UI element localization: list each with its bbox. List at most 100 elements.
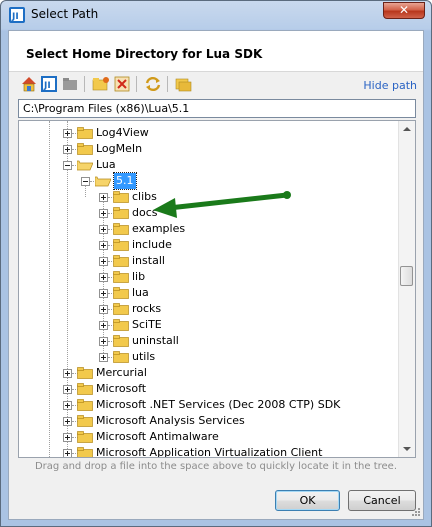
- folder-icon: [113, 319, 129, 331]
- folder-icon: [113, 191, 129, 203]
- delete-icon[interactable]: [113, 75, 131, 93]
- cancel-button[interactable]: Cancel: [348, 490, 416, 511]
- tree-item-label: Log4View: [96, 126, 149, 139]
- vertical-scrollbar[interactable]: [398, 121, 415, 457]
- expand-icon[interactable]: [99, 209, 108, 218]
- project-icon[interactable]: JI: [40, 75, 58, 93]
- toolbar: JI Hide path: [9, 73, 423, 99]
- tree-item-label: Microsoft Analysis Services: [96, 414, 245, 427]
- expand-icon[interactable]: [99, 337, 108, 346]
- tree-row[interactable]: install: [19, 253, 399, 269]
- scrollbar-thumb[interactable]: [400, 266, 413, 286]
- tree-row[interactable]: uninstall: [19, 333, 399, 349]
- show-hidden-icon[interactable]: [175, 75, 193, 93]
- tree-row[interactable]: examples: [19, 221, 399, 237]
- expand-icon[interactable]: [99, 241, 108, 250]
- tree-row[interactable]: Log4View: [19, 125, 399, 141]
- tree-item-label: Microsoft Antimalware: [96, 430, 219, 443]
- expand-icon[interactable]: [63, 417, 72, 426]
- tree-row[interactable]: SciTE: [19, 317, 399, 333]
- tree-item-label: LogMeIn: [96, 142, 143, 155]
- expand-icon[interactable]: [63, 145, 72, 154]
- hide-path-link[interactable]: Hide path: [363, 79, 417, 92]
- tree-row[interactable]: utils: [19, 349, 399, 365]
- tree-row[interactable]: Lua: [19, 157, 399, 173]
- scroll-down-icon[interactable]: [399, 441, 415, 457]
- tree-item-label: Microsoft .NET Services (Dec 2008 CTP) S…: [96, 398, 341, 411]
- expand-icon[interactable]: [99, 257, 108, 266]
- title-bar[interactable]: JI Select Path ✕: [1, 1, 431, 29]
- expand-icon[interactable]: [63, 369, 72, 378]
- ok-button[interactable]: OK: [275, 490, 340, 511]
- tree-row[interactable]: docs: [19, 205, 399, 221]
- tree-item-label: utils: [132, 350, 156, 363]
- window-title: Select Path: [31, 7, 99, 21]
- folder-icon: [113, 351, 129, 363]
- drag-drop-hint: Drag and drop a file into the space abov…: [34, 461, 398, 472]
- tree-row[interactable]: Microsoft .NET Services (Dec 2008 CTP) S…: [19, 397, 399, 413]
- tree-row[interactable]: LogMeIn: [19, 141, 399, 157]
- expand-icon[interactable]: [99, 305, 108, 314]
- directory-tree[interactable]: Log4View LogMeIn Lua 5.1 clibs docs examples in…: [18, 120, 416, 458]
- tree-row[interactable]: 5.1: [19, 172, 399, 190]
- folder-icon: [113, 335, 129, 347]
- tree-row[interactable]: include: [19, 237, 399, 253]
- close-button[interactable]: ✕: [383, 2, 425, 19]
- tree-row[interactable]: Microsoft Application Virtualization Cli…: [19, 445, 399, 458]
- intellij-app-icon: JI: [9, 7, 25, 23]
- dialog-window: JI Select Path ✕ Select Home Directory f…: [0, 0, 432, 527]
- tree-row[interactable]: clibs: [19, 189, 399, 205]
- expand-icon[interactable]: [63, 129, 72, 138]
- header-panel: Select Home Directory for Lua SDK: [9, 31, 423, 72]
- expand-icon[interactable]: [63, 401, 72, 410]
- toolbar-separator: [84, 76, 85, 92]
- tree-row[interactable]: lib: [19, 269, 399, 285]
- expand-icon[interactable]: [63, 433, 72, 442]
- tree-row[interactable]: Microsoft: [19, 381, 399, 397]
- expand-icon[interactable]: [99, 273, 108, 282]
- new-folder-icon[interactable]: [92, 75, 110, 93]
- scroll-up-icon[interactable]: [399, 121, 415, 137]
- tree-item-label: lua: [132, 286, 149, 299]
- toolbar-separator: [167, 76, 168, 92]
- dialog-client: Select Home Directory for Lua SDK JI Hid…: [8, 30, 424, 520]
- resize-grip-icon[interactable]: [411, 507, 421, 517]
- folder-icon: [113, 207, 129, 219]
- tree-item-label: Microsoft Application Virtualization Cli…: [96, 446, 323, 458]
- collapse-icon[interactable]: [81, 177, 90, 186]
- tree-item-label: clibs: [132, 190, 157, 203]
- collapse-icon[interactable]: [63, 161, 72, 170]
- folder-icon: [77, 383, 93, 395]
- expand-icon[interactable]: [63, 385, 72, 394]
- folder-icon: [113, 287, 129, 299]
- expand-icon[interactable]: [99, 321, 108, 330]
- path-input[interactable]: C:\Program Files (x86)\Lua\5.1: [18, 99, 416, 118]
- expand-icon[interactable]: [99, 289, 108, 298]
- module-icon[interactable]: [61, 75, 79, 93]
- expand-icon[interactable]: [63, 449, 72, 457]
- expand-icon[interactable]: [99, 353, 108, 362]
- home-icon[interactable]: [20, 75, 38, 93]
- refresh-icon[interactable]: [144, 75, 162, 93]
- toolbar-separator: [136, 76, 137, 92]
- tree-row[interactable]: Microsoft Antimalware: [19, 429, 399, 445]
- folder-icon: [77, 127, 93, 139]
- folder-icon: [77, 367, 93, 379]
- tree-row[interactable]: Microsoft Analysis Services: [19, 413, 399, 429]
- folder-icon: [113, 303, 129, 315]
- tree-item-label: include: [132, 238, 172, 251]
- tree-item-label: Mercurial: [96, 366, 147, 379]
- tree-item-label: Microsoft: [96, 382, 147, 395]
- expand-icon[interactable]: [99, 193, 108, 202]
- tree-row[interactable]: lua: [19, 285, 399, 301]
- tree-row[interactable]: rocks: [19, 301, 399, 317]
- expand-icon[interactable]: [99, 225, 108, 234]
- svg-text:JI: JI: [43, 81, 51, 91]
- close-icon: ✕: [398, 3, 410, 17]
- folder-icon: [113, 271, 129, 283]
- tree-item-label: Lua: [96, 158, 116, 171]
- folder-open-icon: [76, 159, 94, 171]
- folder-icon: [113, 239, 129, 251]
- folder-icon: [113, 223, 129, 235]
- tree-row[interactable]: Mercurial: [19, 365, 399, 381]
